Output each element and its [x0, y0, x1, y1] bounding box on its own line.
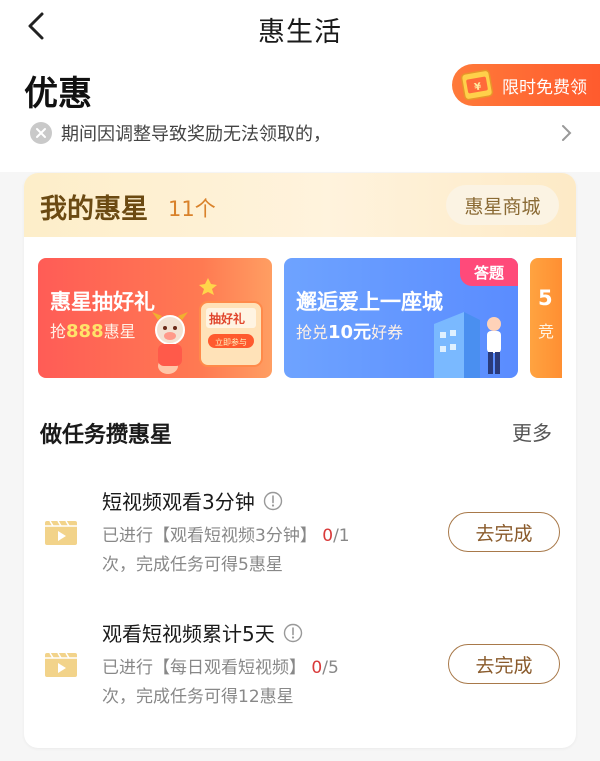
- chevron-right-icon: [562, 125, 572, 141]
- banner-title: 惠星抽好礼: [50, 290, 155, 314]
- quiz-tag: 答题: [460, 258, 518, 286]
- page-title: 惠生活: [258, 17, 342, 48]
- notice-bar[interactable]: 期间因调整导致奖励无法领取的，: [30, 118, 575, 148]
- notice-text: 期间因调整导致奖励无法领取的，: [61, 124, 331, 145]
- tasks-title: 做任务攒惠星: [40, 423, 173, 448]
- city-illustration-icon: [434, 312, 501, 378]
- go-complete-button[interactable]: 去完成: [448, 512, 560, 552]
- close-circle-icon[interactable]: [30, 122, 52, 144]
- stars-header: 我的惠星 11个 惠星商城: [24, 173, 576, 237]
- banner-title: 邂逅爱上一座城: [296, 290, 443, 314]
- svg-text:立即参与: 立即参与: [215, 337, 247, 347]
- task-item: 短视频观看3分钟 已进行【观看短视频3分钟】 0/1 次，完成任务可得5惠星 去…: [24, 482, 576, 592]
- section-title: 优惠: [24, 74, 92, 114]
- stars-title: 我的惠星: [40, 194, 148, 225]
- video-icon: [45, 652, 77, 677]
- banner-third[interactable]: 5 竞: [530, 258, 562, 378]
- task-item: 观看短视频累计5天 已进行【每日观看短视频】 0/5 次，完成任务可得12惠星 …: [24, 614, 576, 724]
- banner-city-quiz[interactable]: 邂逅爱上一座城 抢兑10元好券 答题: [284, 258, 518, 378]
- banner-subtitle: 竞: [538, 322, 555, 341]
- stars-card: 我的惠星 11个 惠星商城 惠星抽好礼 抢888惠星 抽好礼 立即参与 邂逅爱上…: [24, 173, 576, 748]
- banner-carousel[interactable]: 惠星抽好礼 抢888惠星 抽好礼 立即参与 邂逅爱上一座城 抢兑10元好券 答题…: [38, 258, 562, 378]
- task-description: 已进行【观看短视频3分钟】 0/1 次，完成任务可得5惠星: [102, 526, 350, 575]
- task-description: 已进行【每日观看短视频】 0/5 次，完成任务可得12惠星: [102, 658, 339, 707]
- banner-subtitle: 抢兑10元好券: [296, 322, 404, 343]
- banner-subtitle: 抢888惠星: [50, 321, 136, 342]
- info-icon[interactable]: [263, 491, 283, 511]
- more-link[interactable]: 更多: [512, 417, 552, 446]
- lottery-machine-icon: 抽好礼 立即参与: [152, 278, 263, 374]
- free-claim-badge[interactable]: ¥ 限时免费领: [452, 64, 600, 106]
- stars-count: 11个: [168, 197, 216, 221]
- task-name: 观看短视频累计5天: [102, 618, 303, 647]
- info-icon[interactable]: [283, 623, 303, 643]
- svg-text:抽好礼: 抽好礼: [209, 311, 245, 326]
- go-complete-button[interactable]: 去完成: [448, 644, 560, 684]
- free-claim-label: 限时免费领: [502, 77, 587, 98]
- stars-mall-button[interactable]: 惠星商城: [446, 185, 559, 225]
- gift-icon: ¥: [460, 69, 494, 101]
- video-icon: [45, 520, 77, 545]
- top-bar: 惠生活: [0, 0, 600, 52]
- banner-title: 5: [538, 286, 553, 310]
- task-name: 短视频观看3分钟: [102, 486, 283, 515]
- banner-lottery[interactable]: 惠星抽好礼 抢888惠星 抽好礼 立即参与: [38, 258, 272, 378]
